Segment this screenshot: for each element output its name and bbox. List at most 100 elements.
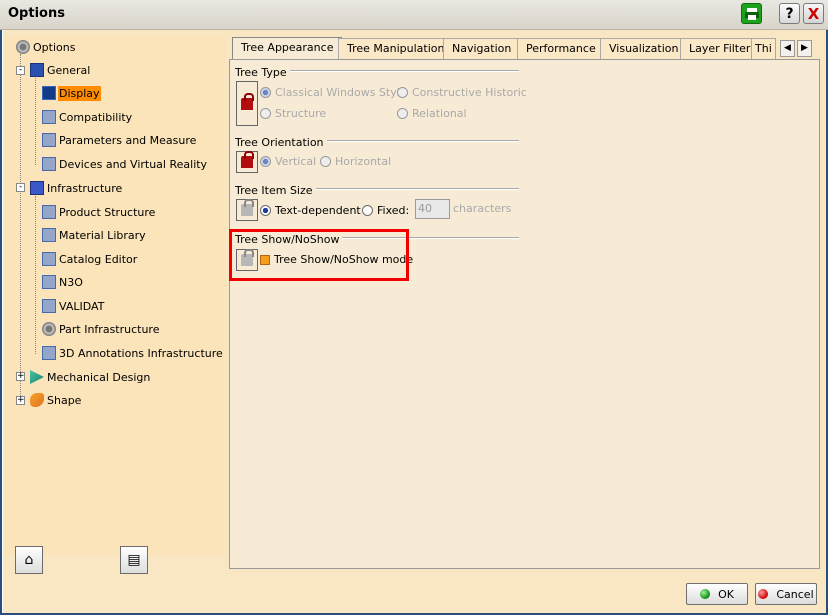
- ok-button[interactable]: OK: [686, 583, 748, 605]
- tree-item-n3o[interactable]: N3O: [42, 273, 84, 291]
- characters-label: characters: [453, 202, 512, 215]
- material-library-icon: [42, 228, 56, 242]
- radio-horizontal[interactable]: Horizontal: [320, 155, 391, 168]
- tree-expander[interactable]: -: [16, 183, 25, 192]
- radio-fixed[interactable]: Fixed:: [362, 204, 409, 217]
- tab-scroll-left-button[interactable]: ◀: [780, 40, 795, 57]
- tree-item-parameters[interactable]: Parameters and Measure: [42, 131, 197, 149]
- tree-item-size-lock-button[interactable]: [236, 199, 258, 221]
- close-button[interactable]: X: [803, 3, 824, 24]
- help-button[interactable]: ?: [779, 3, 800, 24]
- radio-button: [260, 156, 271, 167]
- radio-button: [397, 108, 408, 119]
- tree-item-label: Parameters and Measure: [59, 133, 197, 147]
- general-icon: [30, 63, 44, 77]
- radio-button: [362, 205, 373, 216]
- devices-icon: [42, 157, 56, 171]
- radio-button: [260, 205, 271, 216]
- tree-expander[interactable]: +: [16, 396, 25, 405]
- radio-classical-windows-style[interactable]: Classical Windows Style: [260, 86, 407, 99]
- radio-constructive-historic[interactable]: Constructive Historic: [397, 86, 527, 99]
- printer-icon[interactable]: [741, 3, 762, 24]
- document-icon: ▤: [127, 552, 141, 568]
- tree-item-label: N3O: [59, 275, 83, 289]
- option-label: Vertical: [275, 155, 317, 168]
- tab-visualization[interactable]: Visualization: [600, 38, 688, 59]
- tree-item-material-library[interactable]: Material Library: [42, 226, 147, 244]
- radio-text-dependent[interactable]: Text-dependent: [260, 204, 361, 217]
- lock-icon: [241, 92, 254, 110]
- tree-item-infrastructure[interactable]: Infrastructure: [30, 179, 123, 197]
- parameters-icon: [42, 133, 56, 147]
- display-icon: [42, 86, 56, 100]
- export-options-button[interactable]: ▤: [120, 546, 148, 574]
- tree-item-devices[interactable]: Devices and Virtual Reality: [42, 155, 208, 173]
- tab-tree-appearance[interactable]: Tree Appearance: [232, 37, 343, 59]
- annotations-icon: [42, 346, 56, 360]
- tree-expander[interactable]: +: [16, 372, 25, 381]
- title-bar: Options ? X: [0, 0, 828, 30]
- option-label: Constructive Historic: [412, 86, 527, 99]
- tab-layer-filter[interactable]: Layer Filter: [680, 38, 760, 59]
- radio-structure[interactable]: Structure: [260, 107, 326, 120]
- tree-line: [35, 196, 36, 354]
- reset-options-button[interactable]: ⌂: [15, 546, 43, 574]
- tree-orientation-title: Tree Orientation: [235, 136, 327, 149]
- tree-expander[interactable]: -: [16, 66, 25, 75]
- house-icon: ⌂: [24, 552, 34, 568]
- tree-line: [35, 78, 36, 165]
- catalog-editor-icon: [42, 252, 56, 266]
- tree-item-options[interactable]: Options: [16, 38, 76, 56]
- tab-navigation[interactable]: Navigation: [443, 38, 521, 59]
- radio-button: [260, 108, 271, 119]
- tree-item-label: VALIDAT: [59, 299, 105, 313]
- tree-type-title: Tree Type: [235, 66, 290, 79]
- option-label: Classical Windows Style: [275, 86, 407, 99]
- ok-label: OK: [718, 587, 734, 601]
- tree-item-label: Display: [58, 85, 101, 101]
- tree-item-shape[interactable]: Shape: [30, 391, 82, 409]
- tree-type-lock-button[interactable]: [236, 81, 258, 126]
- tree-item-display[interactable]: Display: [42, 84, 101, 102]
- radio-button: [320, 156, 331, 167]
- fixed-size-input[interactable]: 40: [415, 199, 450, 219]
- tree-line: [20, 54, 21, 400]
- tab-scroll-right-button[interactable]: ▶: [797, 40, 812, 57]
- tree-item-validat[interactable]: VALIDAT: [42, 297, 105, 315]
- tree-orientation-lock-button[interactable]: [236, 151, 258, 173]
- tab-thi[interactable]: Thi: [751, 38, 776, 59]
- product-structure-icon: [42, 205, 56, 219]
- tab-tree-manipulation[interactable]: Tree Manipulation: [338, 38, 454, 59]
- option-label: Horizontal: [335, 155, 392, 168]
- tree-item-3d-annotations[interactable]: 3D Annotations Infrastructure: [42, 344, 224, 362]
- tree-item-mechanical-design[interactable]: Mechanical Design: [30, 368, 151, 386]
- cancel-button[interactable]: Cancel: [755, 583, 817, 605]
- n3o-icon: [42, 275, 56, 289]
- tree-item-label: Devices and Virtual Reality: [59, 157, 208, 171]
- part-infrastructure-icon: [42, 322, 56, 336]
- tree-item-label: Compatibility: [59, 110, 133, 124]
- option-label: Structure: [275, 107, 327, 120]
- option-label: Relational: [412, 107, 467, 120]
- tree-item-catalog-editor[interactable]: Catalog Editor: [42, 250, 138, 268]
- option-label: Text-dependent: [275, 204, 361, 217]
- tab-performance[interactable]: Performance: [517, 38, 605, 59]
- highlight-box: [229, 229, 409, 281]
- radio-relational[interactable]: Relational: [397, 107, 467, 120]
- unlocked-icon: [241, 199, 254, 216]
- tree-item-label: Part Infrastructure: [59, 322, 160, 336]
- tree-item-label: Catalog Editor: [59, 252, 138, 266]
- tree-item-compatibility[interactable]: Compatibility: [42, 108, 133, 126]
- option-label: Fixed:: [377, 204, 410, 217]
- radio-vertical[interactable]: Vertical: [260, 155, 316, 168]
- options-icon: [16, 40, 30, 54]
- radio-button: [260, 87, 271, 98]
- tree-item-general[interactable]: General: [30, 61, 91, 79]
- lock-icon: [241, 151, 254, 168]
- radio-button: [397, 87, 408, 98]
- tree-item-product-structure[interactable]: Product Structure: [42, 203, 156, 221]
- tree-item-label: Infrastructure: [47, 181, 123, 195]
- tree-item-part-infrastructure[interactable]: Part Infrastructure: [42, 320, 160, 338]
- tree-item-label: Product Structure: [59, 205, 156, 219]
- ok-icon: [700, 589, 711, 599]
